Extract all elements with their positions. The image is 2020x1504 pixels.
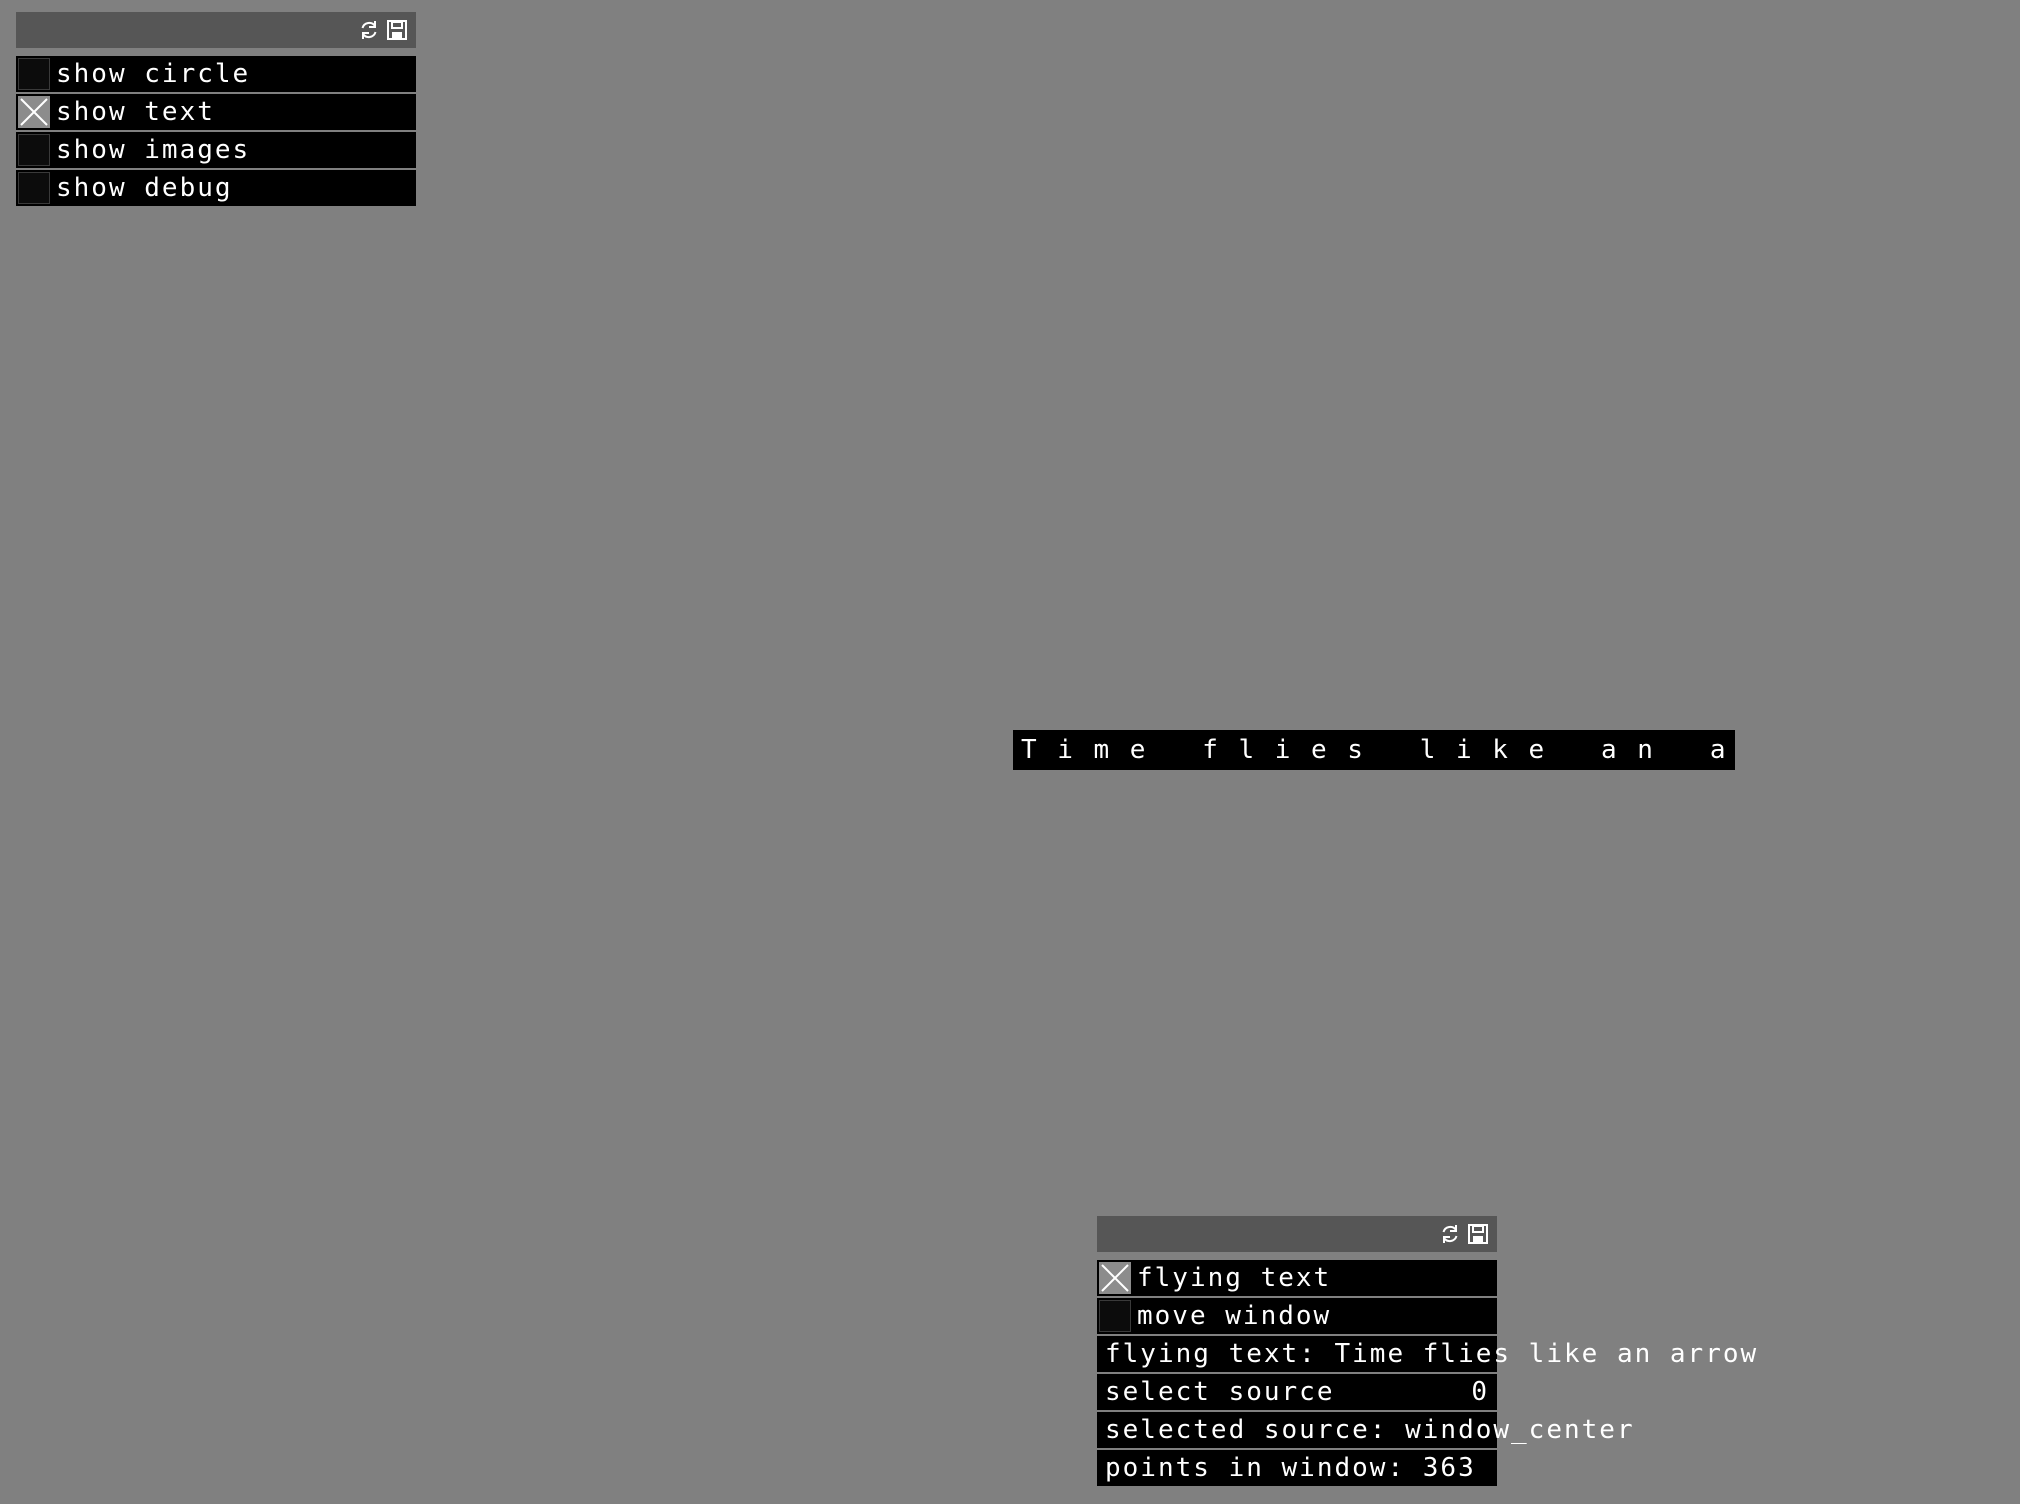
toggle-label: show images <box>56 135 251 165</box>
toggle-show-debug[interactable]: show debug <box>16 170 416 206</box>
main-settings-panel: show circle show text show images show d… <box>16 12 416 206</box>
toggle-flying-text[interactable]: flying text <box>1097 1260 1497 1296</box>
panel-header[interactable] <box>16 12 416 48</box>
text-field-label: flying text: Time flies like an arrow <box>1105 1339 1759 1369</box>
check-x-icon <box>1101 1264 1129 1292</box>
save-icon[interactable] <box>386 19 408 41</box>
toggle-move-window[interactable]: move window <box>1097 1298 1497 1334</box>
select-source-slider[interactable]: select source 0 <box>1097 1374 1497 1410</box>
selected-source-label: selected source: window_center <box>1097 1412 1633 1448</box>
slider-value: 0 <box>1471 1377 1489 1407</box>
panel-header-icons <box>1439 1222 1489 1246</box>
checkbox[interactable] <box>1099 1300 1131 1332</box>
check-x-icon <box>20 98 48 126</box>
toggle-label: show circle <box>56 59 251 89</box>
toggle-label: show text <box>56 97 215 127</box>
refresh-icon[interactable] <box>1439 1223 1461 1245</box>
checkbox-checked[interactable] <box>18 96 50 128</box>
toggle-show-circle[interactable]: show circle <box>16 56 416 92</box>
slider-label: select source <box>1105 1377 1335 1407</box>
panel-header-icons <box>358 18 408 42</box>
toggle-show-images[interactable]: show images <box>16 132 416 168</box>
toggle-label: move window <box>1137 1301 1332 1331</box>
refresh-icon[interactable] <box>358 19 380 41</box>
checkbox-checked[interactable] <box>1099 1262 1131 1294</box>
save-icon[interactable] <box>1467 1223 1489 1245</box>
toggle-label: flying text <box>1137 1263 1332 1293</box>
toggle-label: show debug <box>56 173 233 203</box>
flying-text-field[interactable]: flying text: Time flies like an arrow <box>1097 1336 1756 1372</box>
panel-header[interactable] <box>1097 1216 1497 1252</box>
checkbox[interactable] <box>18 58 50 90</box>
checkbox[interactable] <box>18 172 50 204</box>
flying-text-panel: flying text move window flying text: Tim… <box>1097 1216 1756 1486</box>
points-in-window-label: points in window: 363 <box>1097 1450 1497 1486</box>
flying-text-display: Time flies like an arrow <box>1013 730 1735 770</box>
selected-source-text: selected source: window_center <box>1105 1415 1635 1445</box>
points-in-window-text: points in window: 363 <box>1105 1453 1476 1483</box>
checkbox[interactable] <box>18 134 50 166</box>
toggle-show-text[interactable]: show text <box>16 94 416 130</box>
